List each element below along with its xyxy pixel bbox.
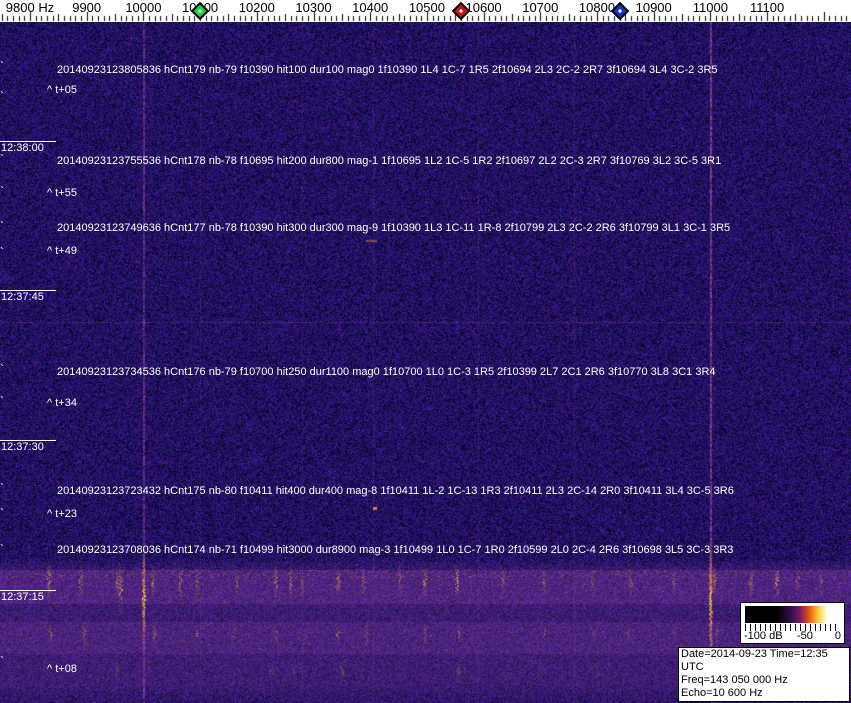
meteor-spectrogram-app: 9800 Hz990010000101001020010300104001050…: [0, 0, 851, 703]
db-color-scale: -100 dB -50 0: [740, 602, 845, 644]
freq-tick-label: 9800 Hz: [5, 0, 55, 15]
freq-tick-label: 11100: [749, 0, 785, 15]
scale-label-min: -100 dB: [744, 630, 783, 642]
freq-tick-label: 10300: [295, 0, 332, 15]
freq-tick-label: 10000: [125, 0, 162, 15]
freq-tick-label: 11000: [692, 0, 728, 15]
frequency-axis: 9800 Hz990010000101001020010300104001050…: [0, 0, 851, 22]
freq-tick-label: 10600: [465, 0, 502, 15]
freq-tick-label: 10700: [522, 0, 559, 15]
colormap-gradient: [745, 606, 840, 623]
scale-label-max: 0: [834, 630, 841, 642]
freq-tick-label: 10500: [408, 0, 445, 15]
freq-tick-label: 10400: [352, 0, 389, 15]
freq-tick-label: 10800: [578, 0, 616, 15]
info-echo-frequency: Echo=10 600 Hz: [681, 687, 763, 699]
scale-labels: -100 dB -50 0: [741, 630, 844, 643]
freq-tick-label: 9900: [72, 0, 102, 15]
info-frequency: Freq=143 050 000 Hz: [681, 674, 788, 686]
scale-label-mid: -50: [797, 630, 813, 642]
status-info-box: Date=2014-09-23 Time=12:35 UTC Freq=143 …: [678, 647, 850, 703]
freq-tick-label: 10900: [635, 0, 672, 15]
info-date-time: Date=2014-09-23 Time=12:35 UTC: [681, 648, 828, 673]
spectrogram-canvas[interactable]: [0, 22, 851, 703]
freq-tick-label: 10200: [238, 0, 275, 15]
